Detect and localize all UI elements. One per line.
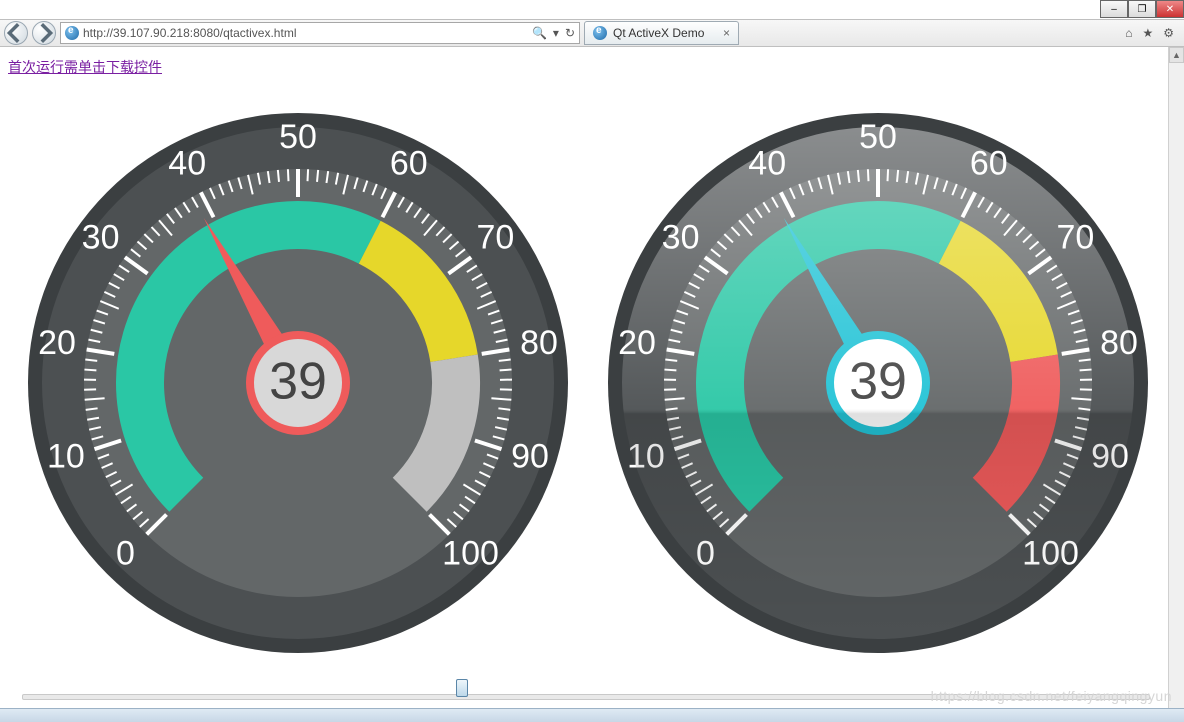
search-icon[interactable]: 🔍 [532, 26, 547, 40]
taskbar [0, 708, 1184, 722]
svg-text:10: 10 [47, 437, 85, 475]
svg-text:80: 80 [520, 324, 558, 362]
svg-text:0: 0 [116, 535, 135, 573]
gauge-right-svg: 010203040506070809010039 [598, 93, 1158, 673]
svg-text:50: 50 [279, 118, 317, 156]
browser-tab[interactable]: Qt ActiveX Demo × [584, 21, 739, 45]
svg-text:90: 90 [511, 437, 549, 475]
ie-icon [65, 26, 79, 40]
vertical-scrollbar[interactable]: ▲ [1168, 47, 1184, 708]
dropdown-icon[interactable]: ▾ [553, 26, 559, 40]
value-slider[interactable] [22, 694, 1150, 700]
slider-thumb[interactable] [456, 679, 468, 697]
minimize-button[interactable]: – [1100, 0, 1128, 18]
toolbar-right: ⌂ ★ ⚙ [1125, 26, 1180, 40]
svg-text:60: 60 [390, 145, 428, 183]
url-input[interactable] [83, 26, 528, 40]
back-button[interactable] [4, 21, 28, 45]
gauge-row: 010203040506070809010039 010203040506070… [0, 83, 1184, 683]
window-controls: – ❐ ✕ [1100, 0, 1184, 18]
maximize-button[interactable]: ❐ [1128, 0, 1156, 18]
download-control-link[interactable]: 首次运行需单击下载控件 [8, 57, 162, 77]
tab-close-icon[interactable]: × [723, 26, 730, 40]
page-viewport: 首次运行需单击下载控件 010203040506070809010039 010… [0, 47, 1184, 708]
forward-button[interactable] [32, 21, 56, 45]
gauge-left: 0 10 20 30 40 50 60 70 80 90 100 39 [18, 93, 578, 673]
browser-toolbar: 🔍 ▾ ↻ Qt ActiveX Demo × ⌂ ★ ⚙ [0, 19, 1184, 47]
close-button[interactable]: ✕ [1156, 0, 1184, 18]
address-tools: 🔍 ▾ ↻ [532, 26, 575, 40]
svg-text:40: 40 [168, 145, 206, 183]
tools-icon[interactable]: ⚙ [1163, 26, 1174, 40]
home-icon[interactable]: ⌂ [1125, 26, 1132, 40]
svg-text:70: 70 [476, 219, 514, 257]
ie-icon [593, 26, 607, 40]
gauge-left-svg: 0 10 20 30 40 50 60 70 80 90 100 39 [18, 93, 578, 673]
scroll-up-icon[interactable]: ▲ [1169, 47, 1184, 63]
gauge-right: 010203040506070809010039 [598, 93, 1158, 673]
svg-text:100: 100 [442, 535, 499, 573]
address-bar[interactable]: 🔍 ▾ ↻ [60, 22, 580, 44]
tab-title: Qt ActiveX Demo [613, 26, 704, 40]
svg-text:39: 39 [269, 353, 327, 411]
svg-text:30: 30 [82, 219, 120, 257]
refresh-icon[interactable]: ↻ [565, 26, 575, 40]
favorites-icon[interactable]: ★ [1142, 26, 1153, 40]
svg-text:20: 20 [38, 324, 76, 362]
